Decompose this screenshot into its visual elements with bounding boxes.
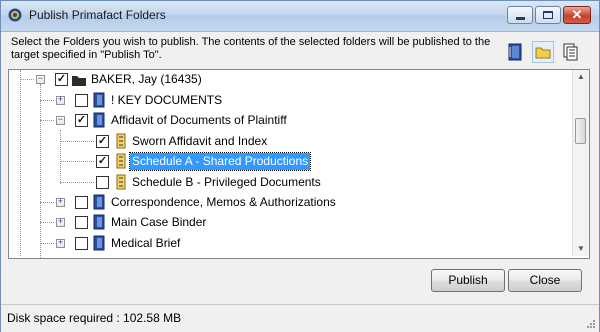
folder-checkbox[interactable] xyxy=(75,94,88,107)
folder-checkbox[interactable]: ✓ xyxy=(96,135,109,148)
scroll-down-icon[interactable]: ▼ xyxy=(577,245,585,253)
tree-node[interactable]: + Medical Brief xyxy=(9,234,569,253)
disk-space-status: Disk space required : 102.58 MB xyxy=(7,311,182,325)
publish-button[interactable]: Publish xyxy=(431,269,505,292)
folder-tree[interactable]: − ✓ BAKER, Jay (16435) + ! KEY DOCUMENTS… xyxy=(8,69,590,259)
tree-child-node[interactable]: ✓ Sworn Affidavit and Index xyxy=(9,132,569,151)
tree-node[interactable]: + Main Case Binder xyxy=(9,213,569,232)
folder-checkbox[interactable] xyxy=(96,176,109,189)
collapse-toggle[interactable]: − xyxy=(56,116,65,125)
folder-label: Sworn Affidavit and Index xyxy=(132,134,268,148)
folder-checkbox[interactable]: ✓ xyxy=(75,114,88,127)
folder-checkbox[interactable] xyxy=(75,196,88,209)
close-button[interactable]: Close xyxy=(508,269,582,292)
binder-icon xyxy=(508,43,522,61)
tree-node[interactable]: + Correspondence, Memos & Authorizations xyxy=(9,193,569,212)
status-bar: Disk space required : 102.58 MB xyxy=(1,304,599,332)
view-folders-button[interactable] xyxy=(532,41,554,63)
vertical-scrollbar[interactable]: ▲ ▼ xyxy=(572,70,589,256)
instructions-text: Select the Folders you wish to publish. … xyxy=(11,36,491,61)
expand-toggle[interactable]: + xyxy=(56,239,65,248)
binder-icon xyxy=(93,194,105,210)
expand-toggle[interactable]: + xyxy=(56,96,65,105)
documents-icon xyxy=(563,43,578,61)
tree-child-node-selected[interactable]: ✓ Schedule A - Shared Productions xyxy=(9,152,569,171)
folder-black-icon xyxy=(72,76,86,86)
folder-label: Medical Brief xyxy=(111,236,181,250)
binder-icon xyxy=(93,112,105,128)
folder-checkbox[interactable] xyxy=(75,216,88,229)
root-checkbox[interactable]: ✓ xyxy=(55,73,68,86)
tree-node-root[interactable]: − ✓ BAKER, Jay (16435) xyxy=(9,70,569,89)
maximize-button[interactable] xyxy=(535,6,561,24)
binder-icon xyxy=(93,214,105,230)
root-label: BAKER, Jay (16435) xyxy=(91,72,202,86)
window-title: Publish Primafact Folders xyxy=(29,8,166,22)
collapse-root-toggle[interactable]: − xyxy=(36,75,45,84)
close-icon: ✕ xyxy=(571,7,583,22)
tab-icon xyxy=(116,174,126,190)
folder-checkbox[interactable]: ✓ xyxy=(96,155,109,168)
app-icon xyxy=(8,8,22,22)
binder-icon xyxy=(93,235,105,251)
view-binders-button[interactable] xyxy=(504,41,526,63)
binder-icon xyxy=(93,92,105,108)
folder-label: Affidavit of Documents of Plaintiff xyxy=(111,113,287,127)
publish-dialog: Publish Primafact Folders ✕ Select the F… xyxy=(0,0,600,332)
resize-grip-icon[interactable] xyxy=(586,319,596,329)
view-documents-button[interactable] xyxy=(560,41,582,63)
folder-label: ! KEY DOCUMENTS xyxy=(111,93,223,107)
folder-label: Schedule B - Privileged Documents xyxy=(132,175,321,189)
folder-label: Correspondence, Memos & Authorizations xyxy=(111,195,336,209)
scroll-up-icon[interactable]: ▲ xyxy=(577,73,585,81)
minimize-button[interactable] xyxy=(507,6,533,24)
title-bar: Publish Primafact Folders ✕ xyxy=(1,1,599,32)
expand-toggle[interactable]: + xyxy=(56,218,65,227)
folder-checkbox[interactable] xyxy=(75,237,88,250)
folder-label: Main Case Binder xyxy=(111,215,207,229)
maximize-icon xyxy=(543,11,553,19)
close-window-button[interactable]: ✕ xyxy=(563,6,591,24)
expand-toggle[interactable]: + xyxy=(56,198,65,207)
folder-label: Schedule A - Shared Productions xyxy=(128,152,312,171)
tree-child-node[interactable]: Schedule B - Privileged Documents xyxy=(9,173,569,192)
scroll-thumb[interactable] xyxy=(575,118,586,144)
tab-icon xyxy=(116,133,126,149)
minimize-icon xyxy=(516,17,525,20)
tree-node[interactable]: − ✓ Affidavit of Documents of Plaintiff xyxy=(9,111,569,130)
tab-icon xyxy=(116,153,126,169)
tree-node[interactable]: + ! KEY DOCUMENTS xyxy=(9,91,569,110)
folder-icon xyxy=(535,47,551,59)
